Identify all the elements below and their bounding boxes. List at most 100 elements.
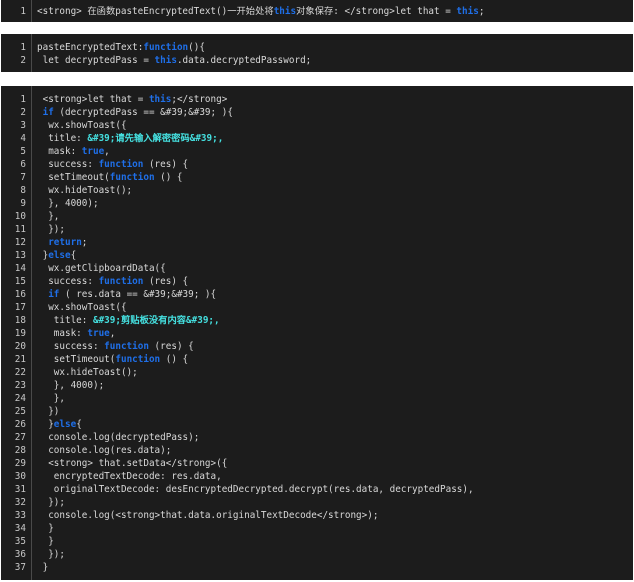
code-line: 32 }); [1, 496, 633, 509]
code-line: 2 let decryptedPass = this.data.decrypte… [1, 54, 633, 67]
code-token: title: [37, 315, 93, 326]
code-token: wx.showToast({ [37, 120, 127, 131]
code-text: }, 4000); [37, 197, 99, 210]
keyword-token: function [104, 341, 149, 352]
code-text: } [37, 535, 54, 548]
code-line: 15 success: function (res) { [1, 275, 633, 288]
line-number: 6 [20, 159, 26, 170]
code-text: success: function (res) { [37, 158, 188, 171]
code-text: mask: true, [37, 327, 116, 340]
code-token: success: [37, 341, 105, 352]
code-block-3: 1 <strong>let that = this;</strong> 2 if … [1, 86, 633, 580]
keyword-token: true [81, 146, 105, 157]
code-token: , [109, 328, 116, 339]
code-token: 对象保存: </strong>let that = [296, 6, 457, 17]
line-number: 25 [14, 406, 26, 417]
code-token: let decryptedPass = [37, 55, 155, 66]
code-text: }); [37, 496, 65, 509]
code-token: } [37, 536, 54, 547]
code-token: <strong> that.setData</strong>({ [37, 458, 228, 469]
line-number: 1 [20, 6, 26, 17]
code-text: let decryptedPass = this.data.decryptedP… [37, 54, 312, 67]
code-text: }); [37, 548, 65, 561]
code-block-2: 1 pasteEncryptedText:function(){2 let dec… [1, 34, 633, 72]
code-line: 28 console.log(res.data); [1, 444, 633, 457]
code-text: <strong> 在函数pasteEncryptedText()一开始处将 thi… [37, 5, 484, 18]
code-token: success: [37, 276, 99, 287]
code-line: 1 <strong>let that = this;</strong> [1, 93, 633, 106]
code-text: }, [37, 210, 59, 223]
code-text: console.log(<strong>that.data.originalTe… [37, 509, 378, 522]
line-number: 36 [14, 549, 26, 560]
code-text: } [37, 522, 54, 535]
code-token: () { [154, 172, 183, 183]
code-token: (decryptedPass == &#39;&#39; ){ [53, 107, 233, 118]
code-token: wx.showToast({ [37, 302, 127, 313]
code-token: ( res.data == &#39;&#39; ){ [59, 289, 217, 300]
code-token: }, 4000); [37, 380, 105, 391]
code-line: 1 pasteEncryptedText:function(){ [1, 41, 633, 54]
code-text: console.log(decryptedPass); [37, 431, 199, 444]
code-text: success: function (res) { [37, 340, 194, 353]
keyword-token: this [456, 6, 479, 17]
code-text: <strong> that.setData</strong>({ [37, 457, 227, 470]
code-token: , [104, 146, 110, 157]
code-token: { [70, 250, 77, 261]
code-line: 29 <strong> that.setData</strong>({ [1, 457, 633, 470]
code-token: success: [37, 159, 99, 170]
code-text: wx.hideToast(); [37, 366, 138, 379]
code-text: originalTextDecode: desEncryptedDecrypte… [37, 483, 474, 496]
code-text: }else{ [37, 418, 82, 431]
code-token: }, 4000); [37, 198, 99, 209]
code-line: 25 }) [1, 405, 633, 418]
line-number: 15 [14, 276, 26, 287]
keyword-token: else [48, 250, 71, 261]
keyword-token: function [98, 159, 144, 170]
line-number: 22 [14, 367, 26, 378]
code-token: originalTextDecode: desEncryptedDecrypte… [37, 484, 474, 495]
code-token: mask: [37, 328, 88, 339]
line-number: 8 [20, 185, 26, 196]
line-number: 23 [14, 380, 26, 391]
string-token: &#39;剪贴板没有内容&#39;, [92, 315, 220, 326]
code-line: 35 } [1, 535, 633, 548]
code-token: } [37, 523, 54, 534]
line-number: 28 [14, 445, 26, 456]
code-text: }else{ [37, 249, 77, 262]
code-token: (res) { [143, 276, 189, 287]
code-text: }, 4000); [37, 379, 104, 392]
code-line: 4 title: &#39;请先输入解密密码&#39;, [1, 132, 633, 145]
line-number: 16 [14, 289, 26, 300]
code-line: 14 wx.getClipboardData({ [1, 262, 633, 275]
code-token: mask: [37, 146, 82, 157]
code-line: 26 }else{ [1, 418, 633, 431]
code-token: title: [37, 133, 88, 144]
code-line: 33 console.log(<strong>that.data.origina… [1, 509, 633, 522]
code-token: .data.decryptedPassword; [176, 55, 312, 66]
code-line: 12 return; [1, 236, 633, 249]
code-token: (res) { [143, 159, 189, 170]
code-token: (res) { [148, 341, 194, 352]
line-number: 27 [14, 432, 26, 443]
code-token: (){ [188, 42, 205, 53]
code-token: <strong> 在函数pasteEncryptedText()一开始处将 [37, 6, 274, 17]
code-line: 22 wx.hideToast(); [1, 366, 633, 379]
code-line: 36 }); [1, 548, 633, 561]
code-token: encryptedTextDecode: res.data, [37, 471, 222, 482]
code-token: <strong>let that = [37, 94, 149, 105]
code-line: 19 mask: true, [1, 327, 633, 340]
code-token: ; [81, 237, 88, 248]
line-number: 31 [14, 484, 26, 495]
code-line: 1 <strong> 在函数pasteEncryptedText()一开始处将 th… [1, 5, 633, 18]
code-text: return; [37, 236, 87, 249]
line-number: 11 [14, 224, 26, 235]
code-token: }); [37, 497, 65, 508]
string-token: &#39;请先输入解密密码&#39;, [87, 133, 224, 144]
code-line: 9 }, 4000); [1, 197, 633, 210]
line-number: 7 [20, 172, 26, 183]
code-text: title: &#39;请先输入解密密码&#39;, [37, 132, 223, 145]
line-number: 30 [14, 471, 26, 482]
code-line: 18 title: &#39;剪贴板没有内容&#39;, [1, 314, 633, 327]
code-text: pasteEncryptedText:function(){ [37, 41, 205, 54]
code-line: 11 }); [1, 223, 633, 236]
